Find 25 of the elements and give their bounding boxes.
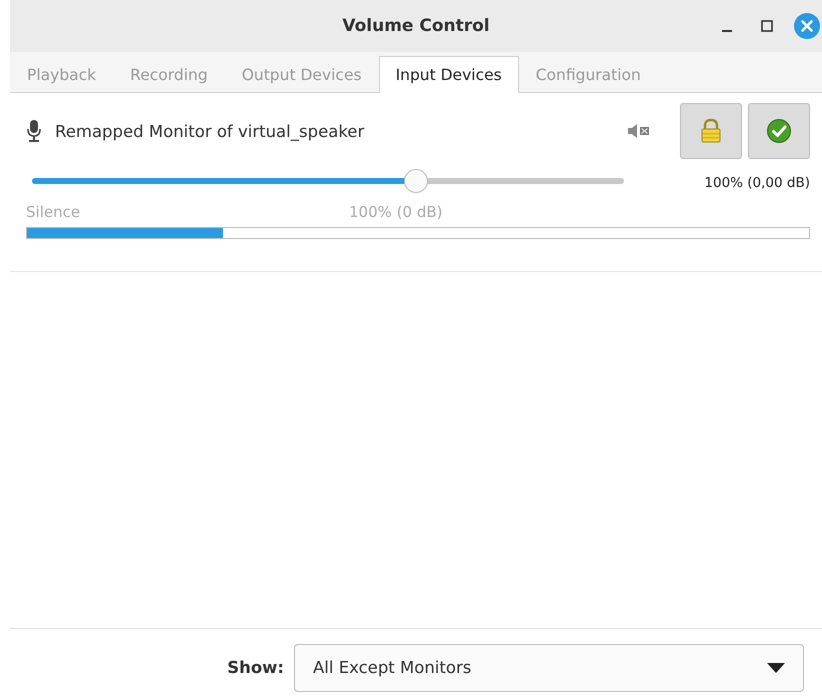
- microphone-icon: [26, 119, 42, 143]
- minimize-icon: [722, 30, 732, 32]
- tab[interactable]: Playback: [10, 56, 114, 93]
- default-device-button[interactable]: [748, 103, 810, 159]
- mute-button[interactable]: [626, 121, 652, 141]
- slider-mark: Silence: [26, 203, 80, 221]
- padlock-icon: [699, 118, 723, 144]
- muted-speaker-icon: [626, 121, 652, 141]
- tab[interactable]: Recording: [113, 56, 225, 93]
- lock-channels-button[interactable]: [680, 103, 742, 159]
- window-title: Volume Control: [342, 16, 490, 36]
- slider-mark: 100% (0 dB): [349, 203, 442, 221]
- tab[interactable]: Input Devices: [378, 56, 519, 93]
- device-name: Remapped Monitor of virtual_speaker: [55, 122, 366, 140]
- show-dropdown[interactable]: All Except Monitors: [294, 644, 804, 692]
- show-label: Show:: [227, 658, 284, 677]
- tab[interactable]: Configuration: [518, 56, 658, 93]
- close-button[interactable]: [794, 13, 820, 39]
- volume-slider[interactable]: [32, 169, 624, 193]
- maximize-icon: [761, 20, 773, 32]
- close-icon: [794, 13, 820, 39]
- checkmark-icon: [766, 118, 792, 144]
- dropdown-caret-icon: [767, 662, 785, 672]
- tab[interactable]: Output Devices: [224, 56, 379, 93]
- volume-reading: 100% (0,00 dB): [704, 175, 810, 191]
